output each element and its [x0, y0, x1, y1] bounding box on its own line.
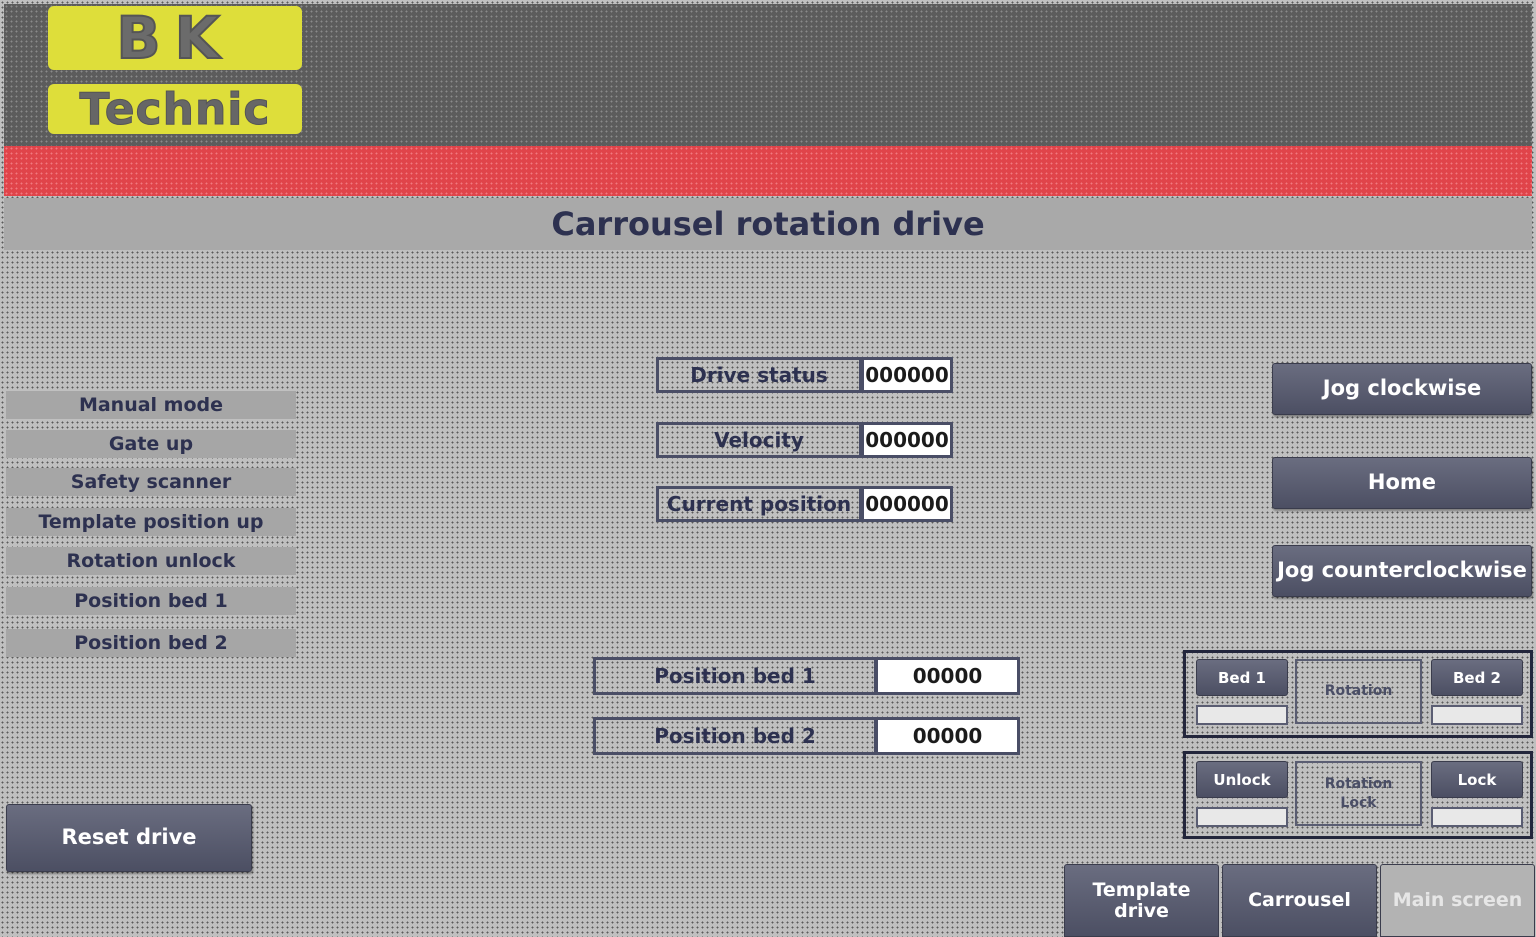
- status-position-bed-2: Position bed 2: [6, 629, 296, 657]
- bed-2-button[interactable]: Bed 2: [1431, 659, 1523, 696]
- reset-drive-button[interactable]: Reset drive: [6, 804, 252, 872]
- company-logo-bottom: Technic: [48, 83, 302, 135]
- bed-2-indicator: [1431, 705, 1523, 725]
- bed-1-indicator: [1196, 705, 1288, 725]
- logo-text-bottom: Technic: [79, 83, 271, 135]
- status-gate-up: Gate up: [6, 430, 296, 458]
- position-bed-1-label: Position bed 1: [593, 657, 877, 695]
- position-bed-1-input[interactable]: 00000: [875, 657, 1020, 695]
- rotation-lock-label-line1: Rotation: [1324, 776, 1393, 793]
- lock-indicator: [1431, 807, 1523, 827]
- current-position-label: Current position: [656, 486, 862, 522]
- status-rotation-unlock: Rotation unlock: [6, 547, 296, 575]
- status-template-position-up: Template position up: [6, 508, 296, 536]
- bed-1-button[interactable]: Bed 1: [1196, 659, 1288, 696]
- tab-template-drive-line1: Template: [1092, 878, 1191, 901]
- unlock-button[interactable]: Unlock: [1196, 761, 1288, 798]
- company-logo-top: BK: [48, 3, 302, 73]
- tab-template-drive[interactable]: Template drive: [1064, 864, 1219, 937]
- status-manual-mode: Manual mode: [6, 391, 296, 419]
- lock-button[interactable]: Lock: [1431, 761, 1523, 798]
- logo-text-top: BK: [115, 3, 234, 73]
- current-position-value: 000000: [861, 486, 953, 522]
- unlock-indicator: [1196, 807, 1288, 827]
- jog-counterclockwise-button[interactable]: Jog counterclockwise: [1272, 545, 1532, 597]
- tab-template-drive-line2: drive: [1114, 899, 1169, 922]
- drive-status-label: Drive status: [656, 357, 862, 393]
- rotation-label: Rotation: [1295, 659, 1422, 724]
- position-bed-2-label: Position bed 2: [593, 717, 877, 755]
- status-position-bed-1: Position bed 1: [6, 587, 296, 615]
- velocity-value: 000000: [861, 422, 953, 458]
- status-safety-scanner: Safety scanner: [6, 468, 296, 496]
- alarm-band: [4, 146, 1532, 196]
- tab-main-screen[interactable]: Main screen: [1380, 864, 1535, 937]
- rotation-lock-label: Rotation Lock: [1295, 761, 1422, 826]
- tab-carrousel[interactable]: Carrousel: [1222, 864, 1377, 937]
- page-title: Carrousel rotation drive: [551, 205, 985, 243]
- drive-status-value: 000000: [861, 357, 953, 393]
- home-button[interactable]: Home: [1272, 457, 1532, 509]
- position-bed-2-input[interactable]: 00000: [875, 717, 1020, 755]
- velocity-label: Velocity: [656, 422, 862, 458]
- title-bar: Carrousel rotation drive: [4, 198, 1532, 250]
- rotation-lock-label-line2: Lock: [1340, 794, 1377, 811]
- jog-clockwise-button[interactable]: Jog clockwise: [1272, 363, 1532, 415]
